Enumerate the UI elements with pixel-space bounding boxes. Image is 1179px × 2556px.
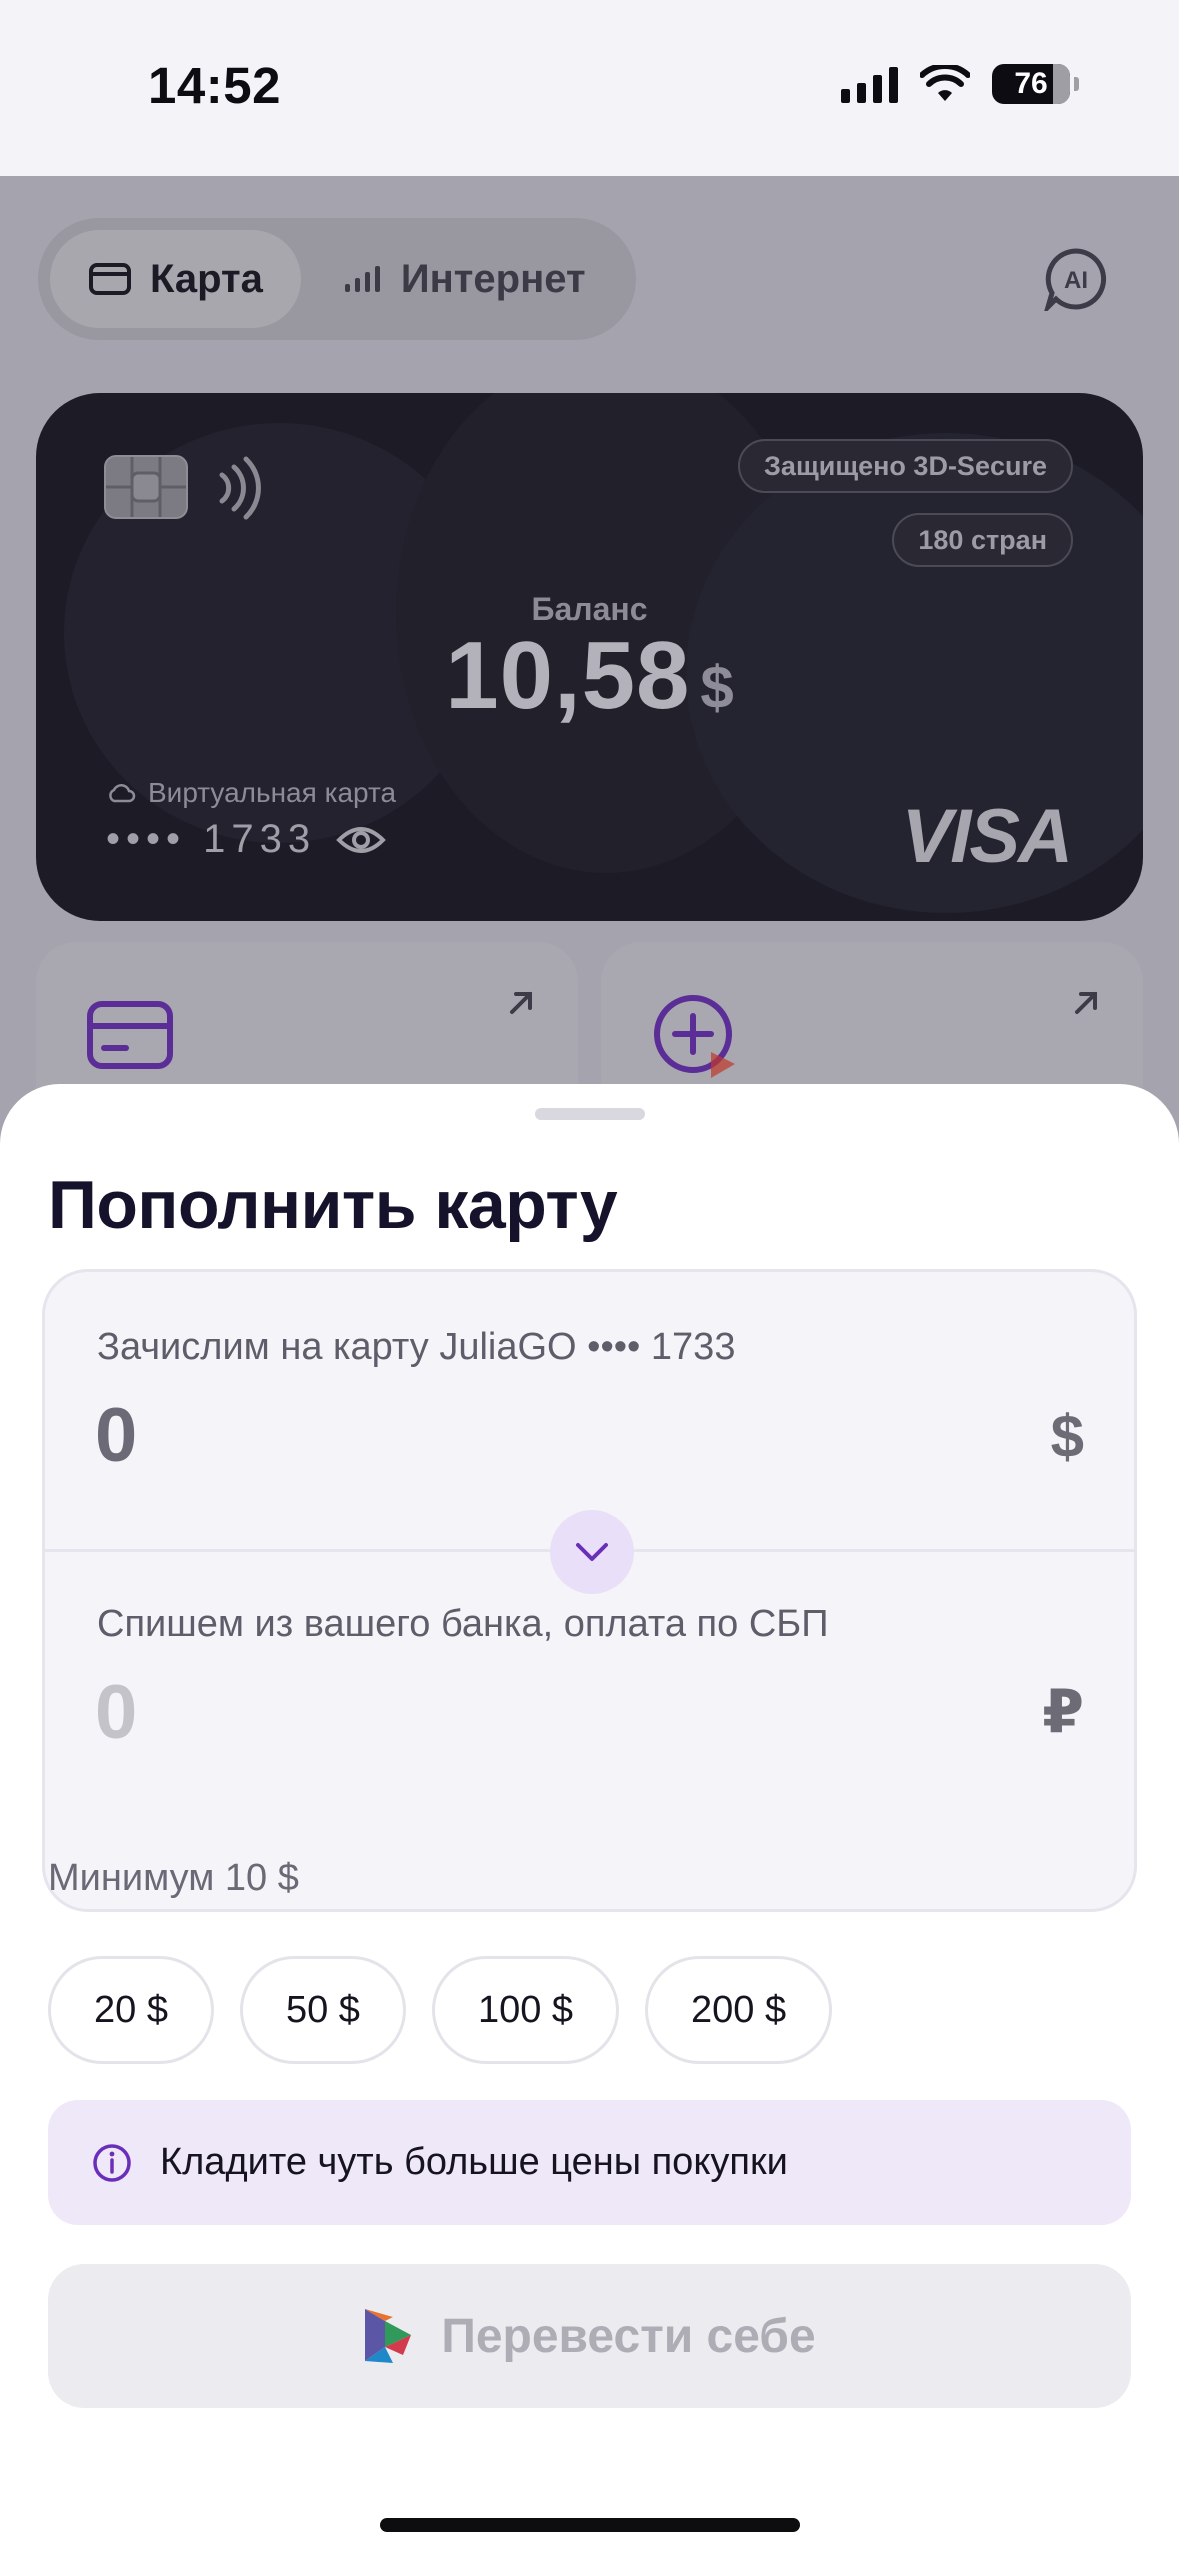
visa-logo: VISA (901, 794, 1073, 879)
hint-text: Кладите чуть больше цены покупки (160, 2141, 788, 2183)
sbp-logo-icon (365, 2309, 412, 2363)
quick-amounts: 20 $ 50 $ 100 $ 200 $ (48, 1956, 833, 2064)
credit-amount-input[interactable]: 0 (95, 1392, 137, 1479)
balance-currency: $ (700, 654, 734, 721)
status-time: 14:52 (148, 57, 281, 114)
status-bar: 14:52 76 (0, 0, 1179, 176)
contactless-icon (219, 456, 261, 520)
balance-value: 10,58 (445, 622, 691, 729)
minimum-amount: Минимум 10 $ (48, 1857, 299, 1899)
status-icons: 76 (841, 64, 1079, 104)
ai-label: AI (1064, 267, 1088, 294)
cellular-signal-icon (841, 65, 898, 103)
badge-3d-secure: Защищено 3D-Secure (738, 439, 1073, 493)
battery-level: 76 (1014, 67, 1048, 100)
arrow-up-right-icon (510, 992, 532, 1014)
mode-segmented-control: Карта Интернет (38, 218, 636, 340)
hint-banner: Кладите чуть больше цены покупки (48, 2100, 1131, 2225)
plus-circle-icon (654, 995, 735, 1078)
credit-card-icon (87, 1001, 173, 1069)
transfer-button[interactable]: Перевести себе (48, 2264, 1131, 2408)
battery-cap (1074, 77, 1079, 91)
swap-button[interactable] (550, 1510, 634, 1594)
quick-amount-50[interactable]: 50 $ (239, 1956, 406, 2064)
credit-currency: $ (1050, 1403, 1084, 1470)
arrow-up-right-icon (1075, 992, 1097, 1014)
quick-amount-200[interactable]: 200 $ (645, 1956, 833, 2064)
credit-label: Зачислим на карту JuliaGO •••• 1733 (97, 1326, 736, 1368)
card-number-masked: •••• 1733 (106, 817, 317, 861)
debit-currency: ₽ (1042, 1678, 1084, 1745)
wifi-icon (920, 65, 970, 101)
signal-bars-icon (344, 266, 380, 292)
quick-amount-100[interactable]: 100 $ (431, 1956, 620, 2064)
battery-icon: 76 (992, 64, 1070, 104)
badge-countries: 180 стран (892, 513, 1073, 567)
card-number: •••• 1733 (106, 817, 386, 862)
card-type: Виртуальная карта (106, 777, 396, 809)
transfer-button-label: Перевести себе (441, 2309, 816, 2363)
debit-amount-input[interactable]: 0 (95, 1669, 137, 1756)
card-icon (89, 263, 131, 295)
card-chip-icon (104, 455, 188, 519)
card-type-label: Виртуальная карта (148, 777, 397, 808)
info-icon (93, 2143, 131, 2182)
eye-icon[interactable] (336, 824, 386, 856)
tab-internet-label: Интернет (400, 256, 586, 301)
tab-card[interactable]: Карта (50, 230, 301, 328)
cloud-icon (109, 784, 136, 803)
chevron-down-icon (576, 1543, 608, 1561)
tab-internet[interactable]: Интернет (301, 230, 624, 328)
virtual-card[interactable]: Защищено 3D-Secure 180 стран Баланс 10,5… (36, 393, 1143, 921)
tab-card-label: Карта (150, 256, 263, 301)
debit-label: Спишем из вашего банка, оплата по СБП (97, 1603, 829, 1645)
sheet-title: Пополнить карту (48, 1167, 618, 1243)
quick-amount-20[interactable]: 20 $ (48, 1956, 214, 2064)
top-up-sheet: Пополнить карту Зачислим на карту JuliaG… (0, 1084, 1179, 2556)
sheet-grabber[interactable] (535, 1108, 645, 1120)
amount-converter: Зачислим на карту JuliaGO •••• 1733 0 $ … (42, 1269, 1137, 1912)
balance: 10,58 $ (36, 621, 1143, 731)
home-indicator[interactable] (380, 2518, 800, 2532)
ai-assistant-icon[interactable]: AI (1044, 247, 1108, 311)
